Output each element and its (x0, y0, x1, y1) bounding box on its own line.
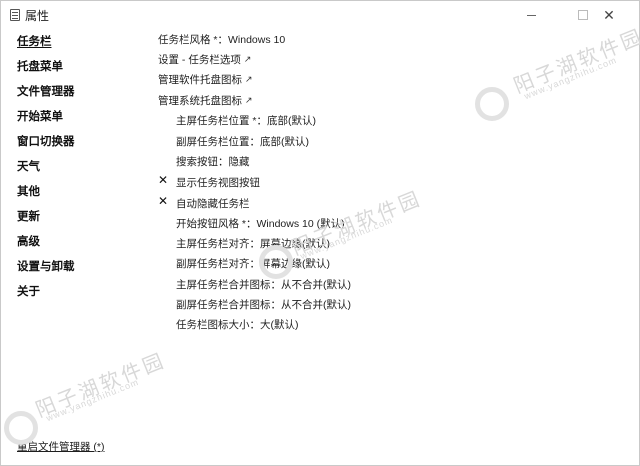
primary-combine-icons-option[interactable]: 主屏任务栏合并图标：从不合并(默认) (176, 277, 351, 292)
auto-hide-taskbar-toggle[interactable]: 自动隐藏任务栏 (176, 196, 250, 211)
external-link-icon: ↗ (243, 54, 252, 64)
show-task-view-label: 显示任务视图按钮 (176, 177, 260, 189)
sidebar-nav: 任务栏 托盘菜单 文件管理器 开始菜单 窗口切换器 天气 其他 更新 高级 设置… (1, 29, 141, 429)
external-link-icon: ↗ (245, 95, 253, 105)
close-button[interactable]: ✕ (587, 1, 631, 29)
taskbar-style-label: 任务栏风格 *：Windows 10 (158, 34, 286, 46)
minimize-button[interactable] (509, 1, 553, 29)
secondary-taskbar-alignment-label: 副屏任务栏对齐：屏幕边缘(默认) (176, 258, 330, 270)
search-button-option[interactable]: 搜索按钮：隐藏 (176, 154, 250, 169)
show-task-view-toggle[interactable]: 显示任务视图按钮 (176, 175, 260, 190)
manage-app-tray-icons-label: 管理软件托盘图标 (158, 74, 242, 86)
minimize-icon (526, 14, 536, 16)
sidebar-item-update[interactable]: 更新 (17, 208, 40, 224)
primary-taskbar-alignment-label: 主屏任务栏对齐：屏幕边缘(默认) (176, 238, 330, 250)
secondary-taskbar-position-option[interactable]: 副屏任务栏位置：底部(默认) (176, 134, 309, 149)
taskbar-options-label: 设置 - 任务栏选项 (158, 54, 241, 66)
unchecked-x-icon[interactable]: ✕ (158, 194, 168, 208)
secondary-combine-icons-label: 副屏任务栏合并图标：从不合并(默认) (176, 299, 351, 311)
sidebar-item-start-menu[interactable]: 开始菜单 (17, 108, 63, 124)
auto-hide-taskbar-label: 自动隐藏任务栏 (176, 198, 250, 210)
primary-taskbar-alignment-option[interactable]: 主屏任务栏对齐：屏幕边缘(默认) (176, 236, 330, 251)
sidebar-item-other[interactable]: 其他 (17, 183, 40, 199)
sidebar-item-setup-uninstall[interactable]: 设置与卸载 (17, 258, 75, 274)
primary-taskbar-position-label: 主屏任务栏位置 *：底部(默认) (176, 115, 316, 127)
search-button-label: 搜索按钮：隐藏 (176, 156, 250, 168)
unchecked-x-icon[interactable]: ✕ (158, 173, 168, 187)
manage-app-tray-icons-link[interactable]: 管理软件托盘图标 ↗ (158, 72, 253, 87)
secondary-taskbar-alignment-option[interactable]: 副屏任务栏对齐：屏幕边缘(默认) (176, 256, 330, 271)
taskbar-icon-size-option[interactable]: 任务栏图标大小：大(默认) (176, 317, 299, 332)
secondary-combine-icons-option[interactable]: 副屏任务栏合并图标：从不合并(默认) (176, 297, 351, 312)
settings-panel: 任务栏风格 *：Windows 10 设置 - 任务栏选项 ↗ 管理软件托盘图标… (141, 29, 631, 349)
close-icon: ✕ (603, 6, 615, 23)
primary-combine-icons-label: 主屏任务栏合并图标：从不合并(默认) (176, 279, 351, 291)
secondary-taskbar-position-label: 副屏任务栏位置：底部(默认) (176, 136, 309, 148)
primary-taskbar-position-option[interactable]: 主屏任务栏位置 *：底部(默认) (176, 113, 316, 128)
sidebar-item-taskbar[interactable]: 任务栏 (17, 33, 52, 49)
taskbar-icon-size-label: 任务栏图标大小：大(默认) (176, 319, 299, 331)
sidebar-item-about[interactable]: 关于 (17, 283, 40, 299)
properties-window: 属性 ✕ 任务栏 托盘菜单 文件管理器 开始菜单 窗口切换器 天气 其他 更新 … (0, 0, 640, 466)
taskbar-options-link[interactable]: 设置 - 任务栏选项 ↗ (158, 52, 251, 67)
restart-file-explorer-link[interactable]: 重启文件管理器 (*) (17, 439, 105, 454)
external-link-icon: ↗ (245, 74, 253, 84)
sidebar-item-advanced[interactable]: 高级 (17, 233, 40, 249)
start-button-style-option[interactable]: 开始按钮风格 *：Windows 10 (默认) (176, 216, 345, 231)
taskbar-style-option[interactable]: 任务栏风格 *：Windows 10 (158, 32, 285, 47)
window-title: 属性 (25, 9, 50, 23)
sidebar-item-tray-menu[interactable]: 托盘菜单 (17, 58, 63, 74)
sidebar-item-window-switcher[interactable]: 窗口切换器 (17, 133, 75, 149)
app-icon (10, 9, 20, 21)
sidebar-item-file-explorer[interactable]: 文件管理器 (17, 83, 75, 99)
title-bar[interactable]: 属性 ✕ (1, 1, 639, 29)
manage-system-tray-icons-label: 管理系统托盘图标 (158, 95, 242, 107)
start-button-style-label: 开始按钮风格 *：Windows 10 (默认) (176, 218, 345, 230)
manage-system-tray-icons-link[interactable]: 管理系统托盘图标 ↗ (158, 93, 253, 108)
sidebar-item-weather[interactable]: 天气 (17, 158, 40, 174)
